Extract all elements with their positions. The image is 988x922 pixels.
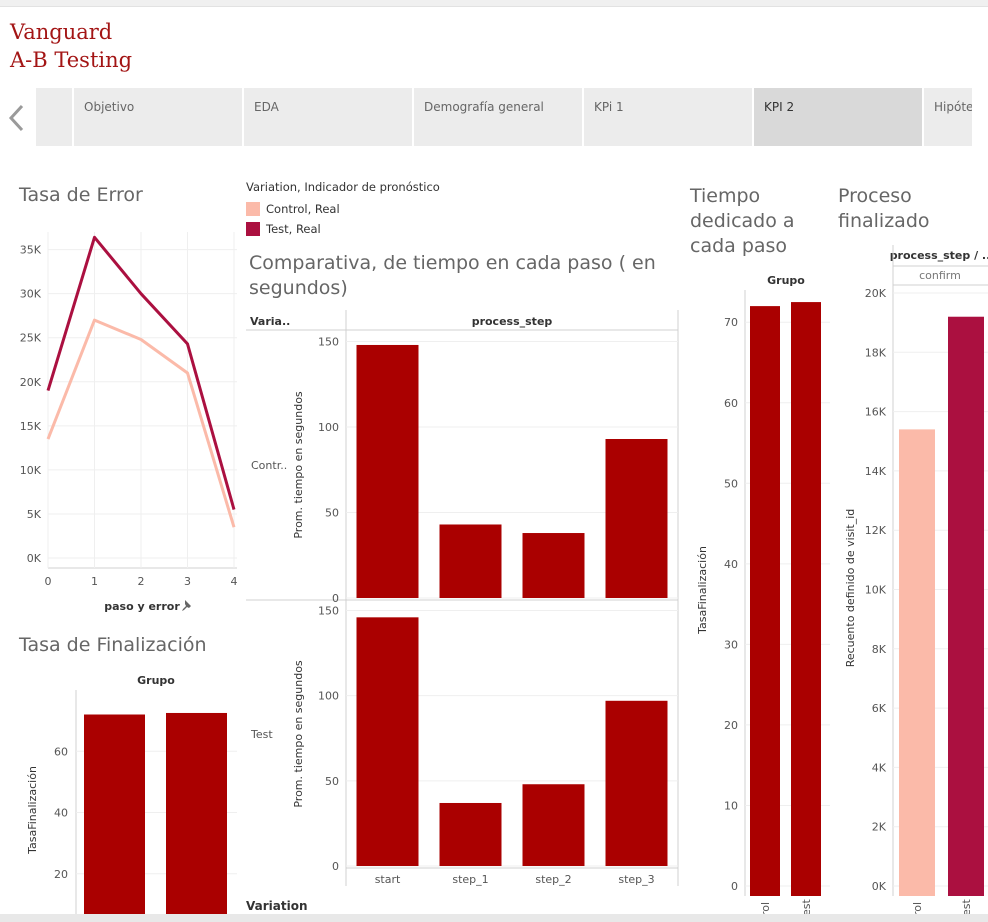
proceso-ytick-label: 0K (872, 880, 887, 893)
comparativa-row-header: Varia.. (250, 315, 290, 328)
tiempo-ytick-label: 20 (724, 719, 738, 732)
comparativa-ytick-label: 150 (318, 605, 339, 618)
error-ytick-label: 5K (27, 508, 42, 521)
comparativa-bar (439, 802, 502, 866)
comparativa-ytick-label: 0 (332, 592, 339, 605)
tiempo-ytick-label: 70 (724, 316, 738, 329)
comparativa-ytick-label: 0 (332, 860, 339, 873)
tiempo-ytick-label: 50 (724, 477, 738, 490)
proceso-ytick-label: 14K (865, 465, 887, 478)
proceso-ytick-label: 16K (865, 406, 887, 419)
proceso-bar-test (948, 316, 984, 897)
error-ytick-label: 20K (20, 376, 42, 389)
footer-variation-label: Variation (246, 899, 308, 913)
comparativa-bar (522, 784, 585, 866)
tiempo-column-header: Grupo (767, 274, 805, 287)
tiempo-ytick-label: 10 (724, 799, 738, 812)
proceso-sub-header: confirm (919, 269, 961, 282)
error-xtick-label: 4 (231, 575, 238, 588)
tiempo-bar (791, 302, 821, 897)
comparativa-ytick-label: 50 (325, 507, 339, 520)
error-xtick-label: 1 (91, 575, 98, 588)
finalizacion-ytick-label: 20 (54, 868, 68, 881)
comparativa-column-header: process_step (472, 315, 553, 328)
tiempo-ytick-label: 0 (731, 880, 738, 893)
comparativa-row-label-control: Contr.. (251, 459, 287, 472)
proceso-column-header: process_step / .. (890, 249, 988, 262)
tiempo-ytick-label: 60 (724, 397, 738, 410)
finalizacion-bar (84, 714, 145, 914)
comparativa-ylabel-test: Prom. tiempo en segundos (292, 660, 305, 808)
error-ytick-label: 15K (20, 420, 42, 433)
tiempo-ytick-label: 30 (724, 638, 738, 651)
error-ytick-label: 35K (20, 244, 42, 257)
error-xtick-label: 2 (138, 575, 145, 588)
comparativa-ytick-label: 150 (318, 336, 339, 349)
error-xtick-label: 0 (45, 575, 52, 588)
proceso-ytick-label: 20K (865, 287, 887, 300)
proceso-ytick-label: 6K (872, 702, 887, 715)
proceso-ytick-label: 10K (865, 584, 887, 597)
proceso-ytick-label: 4K (872, 761, 887, 774)
error-xlabel: paso y error (104, 600, 180, 613)
comparativa-xtick-label: step_3 (618, 873, 654, 886)
comparativa-ylabel-control: Prom. tiempo en segundos (292, 391, 305, 539)
tiempo-ylabel: TasaFinalización (696, 546, 709, 635)
comparativa-bar (522, 533, 585, 598)
comparativa-bar (356, 344, 419, 598)
bottom-strip (0, 914, 988, 922)
comparativa-xtick-label: start (375, 873, 401, 886)
finalizacion-ytick-label: 60 (54, 745, 68, 758)
finalizacion-ylabel: TasaFinalización (26, 766, 39, 855)
pin-icon[interactable] (182, 600, 191, 611)
comparativa-xtick-label: step_2 (535, 873, 571, 886)
proceso-ylabel: Recuento definido de visit_id (844, 509, 857, 668)
tiempo-bar (750, 306, 780, 896)
proceso-bar-control (899, 429, 935, 896)
charts-canvas: paso y error 0K 5K 10K 15K 20K 25K 30K 35K 0 1 2 3 4… (20, 232, 988, 916)
finalizacion-column-header: Grupo (137, 674, 175, 687)
comparativa-bar (605, 439, 668, 598)
proceso-ytick-label: 8K (872, 643, 887, 656)
error-ytick-label: 0K (27, 552, 42, 565)
comparativa-xtick-label: step_1 (452, 873, 488, 886)
comparativa-ytick-label: 100 (318, 690, 339, 703)
error-ytick-label: 10K (20, 464, 42, 477)
comparativa-bar (605, 700, 668, 866)
comparativa-ytick-label: 100 (318, 421, 339, 434)
error-ytick-label: 30K (20, 288, 42, 301)
proceso-ytick-label: 18K (865, 346, 887, 359)
comparativa-ytick-label: 50 (325, 775, 339, 788)
error-ytick-label: 25K (20, 332, 42, 345)
comparativa-row-label-test: Test (250, 728, 273, 741)
comparativa-bar (356, 617, 419, 866)
finalizacion-ytick-label: 40 (54, 807, 68, 820)
comparativa-bar (439, 524, 502, 598)
tiempo-ytick-label: 40 (724, 558, 738, 571)
finalizacion-bar (166, 712, 227, 914)
error-xtick-label: 3 (184, 575, 191, 588)
proceso-ytick-label: 12K (865, 524, 887, 537)
proceso-ytick-label: 2K (872, 821, 887, 834)
